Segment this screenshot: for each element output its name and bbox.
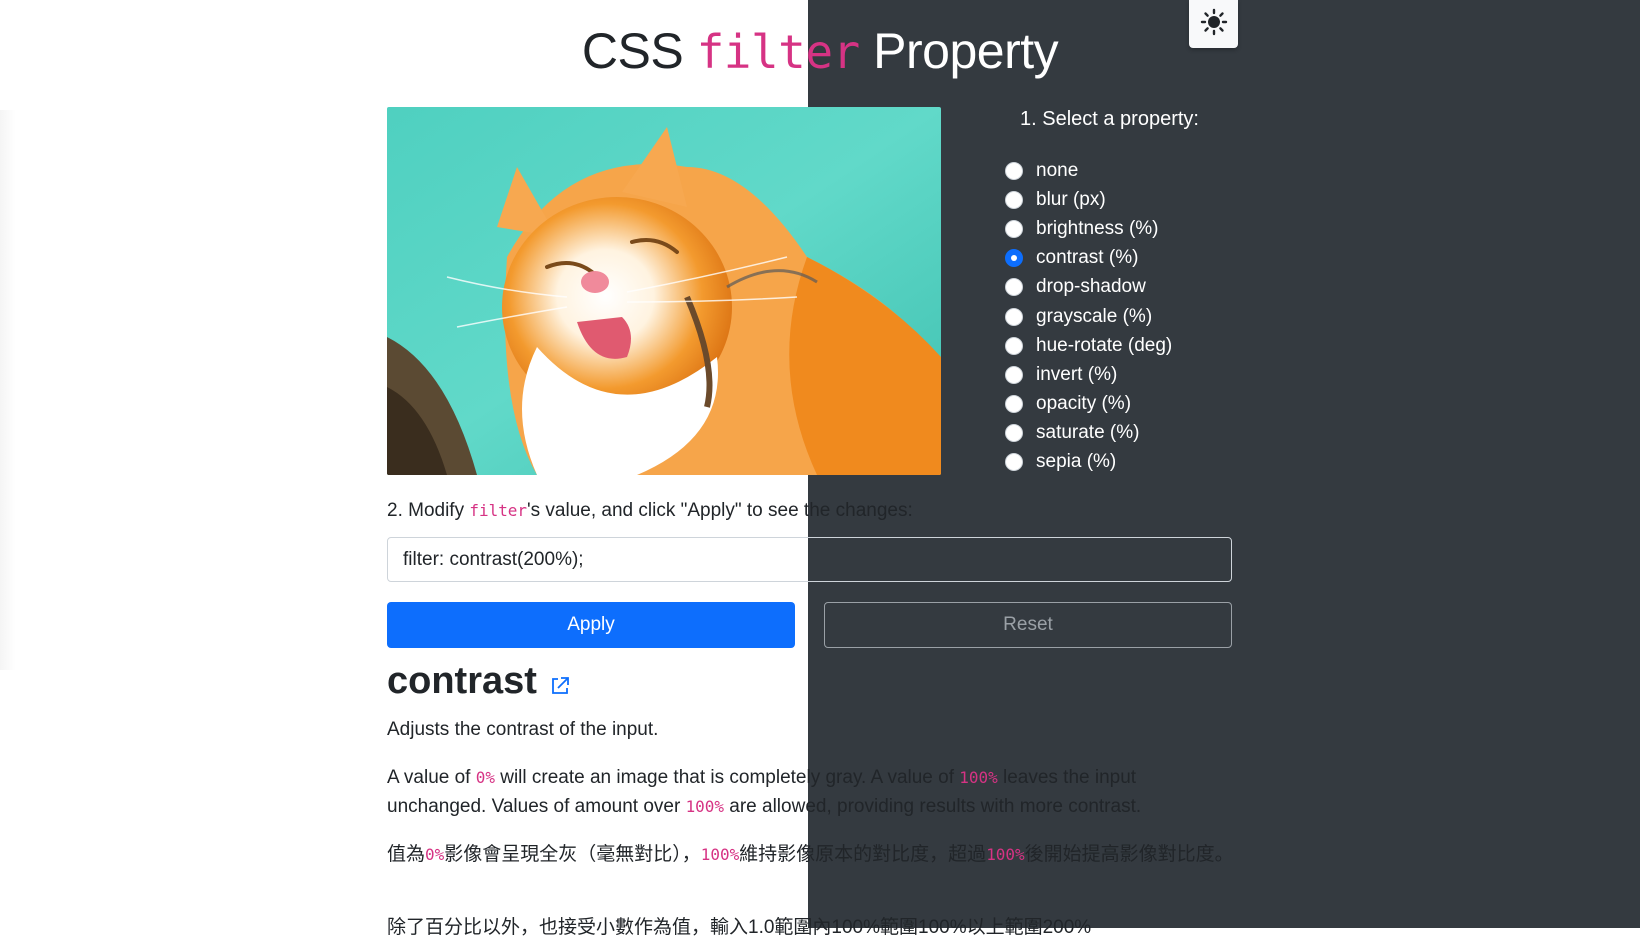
radio-button[interactable]: [1005, 161, 1023, 180]
radio-label: contrast (%): [1036, 247, 1139, 269]
inline-code: 100%: [986, 845, 1025, 864]
section-paragraph-en: A value of 0% will create an image that …: [387, 763, 1237, 821]
page-title: CSS filter Property: [0, 18, 1640, 85]
radio-button[interactable]: [1005, 453, 1023, 472]
edge-shadow: [0, 110, 16, 670]
radio-option-drop-shadow[interactable]: drop-shadow: [1005, 273, 1172, 302]
modify-code: filter: [469, 501, 528, 520]
inline-code: 100%: [685, 797, 724, 816]
inline-code: 0%: [425, 845, 445, 864]
radio-option-brightness[interactable]: brightness (%): [1005, 214, 1172, 243]
cat-photo: [387, 107, 941, 475]
text: will create an image that is completely …: [494, 767, 960, 788]
radio-label: opacity (%): [1036, 393, 1132, 415]
radio-label: none: [1036, 159, 1079, 181]
radio-option-none[interactable]: none: [1005, 156, 1172, 185]
radio-option-hue-rotate[interactable]: hue-rotate (deg): [1005, 331, 1172, 360]
section-description: Adjusts the contrast of the input.: [387, 719, 659, 740]
radio-label: hue-rotate (deg): [1036, 334, 1173, 356]
section-paragraph-zh: 值為0%影像會呈現全灰（毫無對比），100%維持影像原本的對比度，超過100%後…: [387, 841, 1237, 869]
inline-code: 100%: [700, 845, 740, 864]
section-title: contrast: [387, 660, 571, 703]
radio-button[interactable]: [1005, 424, 1023, 443]
external-link-icon[interactable]: [549, 675, 571, 697]
radio-option-contrast[interactable]: contrast (%): [1005, 244, 1172, 273]
reset-button[interactable]: Reset: [824, 602, 1232, 648]
radio-label: saturate (%): [1036, 422, 1140, 444]
radio-label: blur (px): [1036, 188, 1106, 210]
text: are allowed, providing results with more…: [724, 796, 1142, 817]
title-code: filter: [696, 25, 861, 79]
radio-button[interactable]: [1005, 395, 1023, 414]
property-radio-group: none blur (px) brightness (%) contrast (…: [1005, 156, 1172, 477]
radio-button[interactable]: [1005, 278, 1023, 297]
radio-button[interactable]: [1005, 307, 1023, 326]
radio-button[interactable]: [1005, 365, 1023, 384]
section-heading: contrast: [387, 660, 537, 702]
radio-option-grayscale[interactable]: grayscale (%): [1005, 302, 1172, 331]
radio-button-checked[interactable]: [1005, 249, 1023, 268]
inline-code: 0%: [475, 768, 495, 787]
apply-button[interactable]: Apply: [387, 602, 795, 648]
modify-prefix: 2. Modify: [387, 500, 470, 521]
radio-option-sepia[interactable]: sepia (%): [1005, 448, 1172, 477]
title-prefix: CSS: [581, 23, 697, 79]
radio-label: drop-shadow: [1036, 276, 1146, 298]
radio-option-opacity[interactable]: opacity (%): [1005, 390, 1172, 419]
radio-option-blur[interactable]: blur (px): [1005, 185, 1172, 214]
radio-label: brightness (%): [1036, 217, 1159, 239]
radio-label: invert (%): [1036, 363, 1118, 385]
radio-button[interactable]: [1005, 336, 1023, 355]
text: 後開始提高影像對比度。: [1024, 844, 1234, 865]
title-suffix: Property: [859, 23, 1059, 79]
text: 影像會呈現全灰（毫無對比），: [444, 844, 701, 865]
text: 值為: [387, 844, 426, 865]
modify-instructions: 2. Modify filter's value, and click "App…: [387, 500, 913, 522]
modify-suffix: 's value, and click "Apply" to see the c…: [527, 500, 913, 521]
filter-value-input[interactable]: [387, 537, 1232, 582]
inline-code: 100%: [959, 768, 998, 787]
radio-button[interactable]: [1005, 219, 1023, 238]
text: A value of: [387, 767, 476, 788]
radio-label: sepia (%): [1036, 451, 1117, 473]
radio-option-invert[interactable]: invert (%): [1005, 360, 1172, 389]
radio-option-saturate[interactable]: saturate (%): [1005, 419, 1172, 448]
select-property-heading: 1. Select a property:: [1020, 108, 1199, 130]
radio-button[interactable]: [1005, 190, 1023, 209]
text: 維持影像原本的對比度，超過: [739, 844, 987, 865]
radio-label: grayscale (%): [1036, 305, 1153, 327]
